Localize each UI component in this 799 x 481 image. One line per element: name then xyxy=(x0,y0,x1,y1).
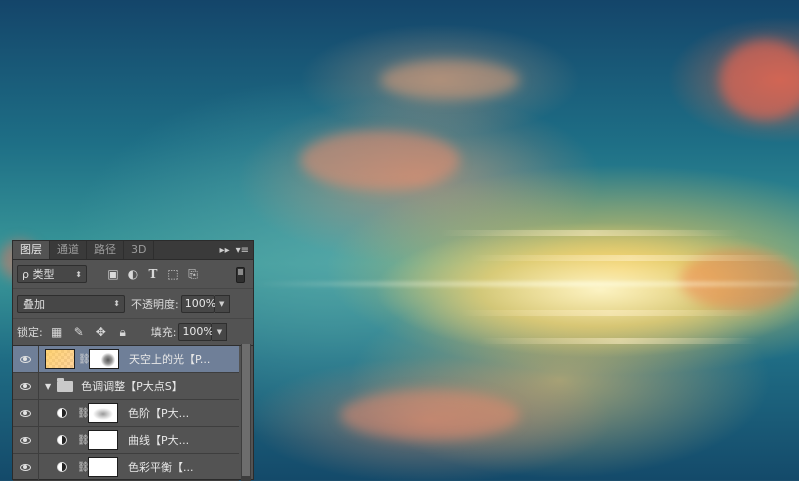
opacity-label: 不透明度: xyxy=(131,297,179,311)
image-filter-icon[interactable]: ▣ xyxy=(107,267,119,281)
layer-row[interactable]: ⛓︎ 色彩平衡【... xyxy=(13,454,239,481)
blend-row: 叠加 ⬍ 不透明度: 100% ▼ xyxy=(13,288,253,318)
cloud-shape xyxy=(340,390,520,440)
adjustment-layer-icon xyxy=(57,462,67,472)
layers-scrollbar[interactable] xyxy=(241,344,251,481)
tab-layers[interactable]: 图层 xyxy=(13,241,50,259)
layer-name: 天空上的光【P... xyxy=(129,353,211,366)
layer-group-row[interactable]: ▼ 色调调整【P大点S】 xyxy=(13,373,239,400)
scrollbar-thumb[interactable] xyxy=(242,344,250,476)
blend-mode-value: 叠加 xyxy=(23,297,45,311)
panel-tab-bar: 图层 通道 路径 3D ▸▸ ▾≡ xyxy=(13,241,253,260)
layer-row[interactable]: ⛓︎ 色阶【P大... xyxy=(13,400,239,427)
link-icon[interactable]: ⛓︎ xyxy=(78,354,91,365)
mask-thumbnail[interactable] xyxy=(89,349,119,369)
eye-icon xyxy=(20,409,31,417)
smart-object-filter-icon[interactable]: ⎘ xyxy=(187,267,199,281)
layer-filter-row: ρ 类型 ⬍ ▣ ◐ T ⬚ ⎘ xyxy=(13,260,253,288)
horizon-glow xyxy=(250,282,799,286)
eye-icon xyxy=(20,463,31,471)
collapse-panel-icon[interactable]: ▸▸ xyxy=(220,245,230,256)
link-icon[interactable]: ⛓︎ xyxy=(77,462,90,473)
cloud-shape xyxy=(380,60,520,100)
tab-3d[interactable]: 3D xyxy=(124,241,155,259)
visibility-toggle[interactable] xyxy=(13,454,39,480)
light-streak xyxy=(480,338,760,344)
layers-panel: 图层 通道 路径 3D ▸▸ ▾≡ ρ 类型 ⬍ ▣ ◐ T ⬚ ⎘ 叠加 ⬍ … xyxy=(12,240,254,481)
opacity-input[interactable]: 100% xyxy=(180,294,216,313)
layer-name: 色阶【P大... xyxy=(128,407,190,420)
lock-position-icon[interactable]: ✥ xyxy=(95,325,107,339)
layer-row[interactable]: ⛓︎ 天空上的光【P... xyxy=(13,346,239,373)
eye-icon xyxy=(20,355,31,363)
mask-thumbnail[interactable] xyxy=(88,457,118,477)
lock-label: 锁定: xyxy=(17,326,43,339)
visibility-toggle[interactable] xyxy=(13,400,39,426)
filter-kind-select[interactable]: ρ 类型 ⬍ xyxy=(17,265,87,283)
cloud-shape xyxy=(300,130,460,190)
layer-name: 色调调整【P大点S】 xyxy=(81,380,183,393)
light-streak xyxy=(440,230,740,236)
layers-list: ⛓︎ 天空上的光【P... ▼ 色调调整【P大点S】 ⛓︎ 色阶【P大... ⛓… xyxy=(13,346,253,481)
blend-mode-select[interactable]: 叠加 ⬍ xyxy=(17,294,125,313)
filter-toggle-switch[interactable] xyxy=(236,267,245,283)
filter-kind-label: ρ 类型 xyxy=(22,268,55,281)
adjustment-layer-icon xyxy=(57,435,67,445)
opacity-dropdown-icon[interactable]: ▼ xyxy=(214,294,230,313)
link-icon[interactable]: ⛓︎ xyxy=(77,408,90,419)
tab-paths[interactable]: 路径 xyxy=(87,241,124,259)
layer-row[interactable]: ⛓︎ 曲线【P大... xyxy=(13,427,239,454)
folder-icon xyxy=(57,377,74,392)
fill-label: 填充: xyxy=(150,326,177,339)
expand-arrow-icon[interactable]: ▼ xyxy=(45,382,51,391)
tab-channels[interactable]: 通道 xyxy=(50,241,87,259)
visibility-toggle[interactable] xyxy=(13,427,39,453)
chevron-updown-icon: ⬍ xyxy=(75,269,82,279)
mask-thumbnail[interactable] xyxy=(88,403,118,423)
layer-thumbnail xyxy=(45,349,75,369)
chevron-updown-icon: ⬍ xyxy=(113,299,120,308)
adjustment-layer-icon xyxy=(57,408,67,418)
layer-name: 色彩平衡【... xyxy=(128,461,194,474)
lock-image-icon[interactable]: ✎ xyxy=(73,325,85,339)
light-streak xyxy=(470,255,790,261)
mask-thumbnail[interactable] xyxy=(88,430,118,450)
fill-dropdown-icon[interactable]: ▼ xyxy=(212,323,228,341)
panel-menu-icon[interactable]: ▾≡ xyxy=(236,245,249,256)
visibility-toggle[interactable] xyxy=(13,373,39,399)
adjustment-filter-icon[interactable]: ◐ xyxy=(127,267,139,281)
shape-filter-icon[interactable]: ⬚ xyxy=(167,267,179,281)
visibility-toggle[interactable] xyxy=(13,346,39,372)
light-streak xyxy=(460,310,760,316)
cloud-shape xyxy=(720,40,799,120)
layer-name: 曲线【P大... xyxy=(128,434,190,447)
lock-all-icon[interactable]: 🔒︎ xyxy=(117,325,129,339)
link-icon[interactable]: ⛓︎ xyxy=(77,435,90,446)
eye-icon xyxy=(20,436,31,444)
eye-icon xyxy=(20,382,31,390)
fill-input[interactable]: 100% xyxy=(178,323,214,341)
type-filter-icon[interactable]: T xyxy=(147,267,159,281)
lock-transparent-icon[interactable]: ▦ xyxy=(51,325,63,339)
lock-row: 锁定: ▦ ✎ ✥ 🔒︎ 填充: 100% ▼ xyxy=(13,318,253,346)
